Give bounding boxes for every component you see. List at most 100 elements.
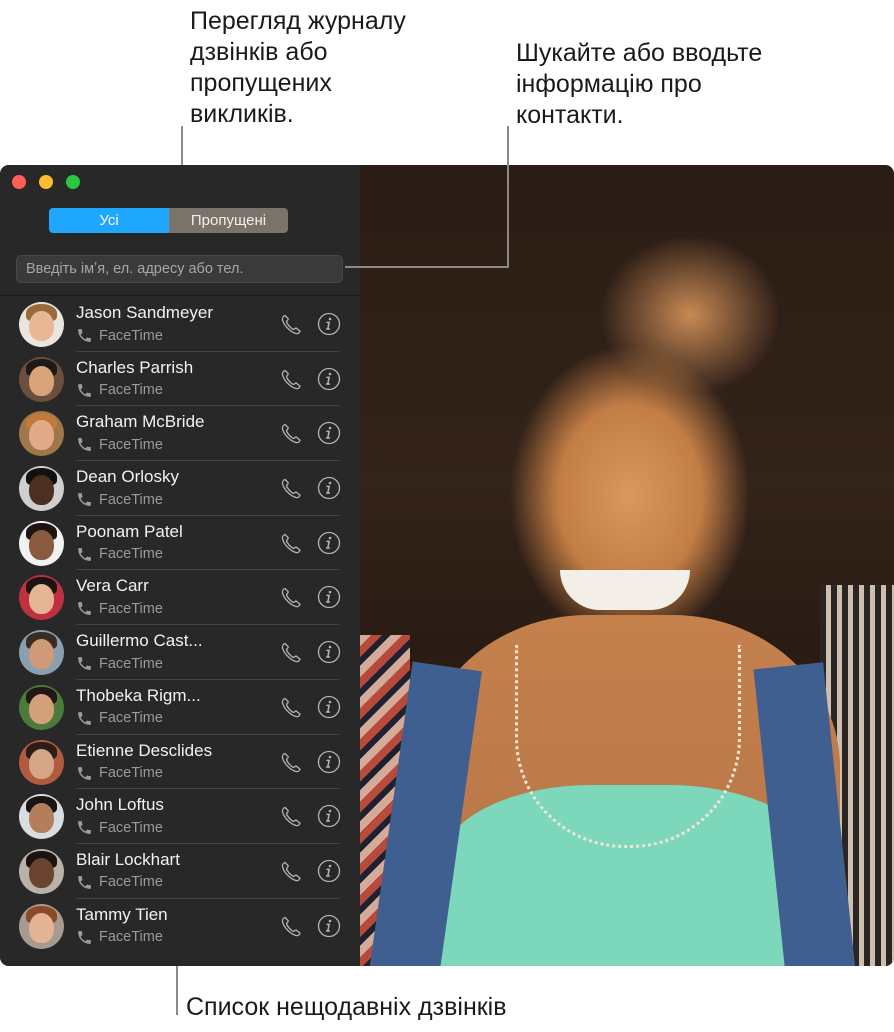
call-type: FaceTime [76,491,163,508]
avatar-face [29,475,54,506]
info-button[interactable] [317,312,341,336]
recent-calls-list: Jason Sandmeyer FaceTime Charles Parrish… [0,297,360,953]
call-type-label: FaceTime [99,929,163,946]
call-type: FaceTime [76,327,163,344]
call-type-label: FaceTime [99,491,163,508]
zoom-button[interactable] [66,175,80,189]
call-list-row[interactable]: Guillermo Cast... FaceTime [0,625,360,680]
phone-icon [78,766,91,780]
phone-call-button[interactable] [278,804,304,830]
call-list-row[interactable]: Thobeka Rigm... FaceTime [0,680,360,735]
phone-call-button[interactable] [278,367,304,393]
callout-line-3: пропущених [190,69,332,97]
info-button[interactable] [317,804,341,828]
phone-call-button[interactable] [278,531,304,557]
phone-icon [78,930,91,944]
phone-call-button[interactable] [278,695,304,721]
contact-name: Graham McBride [76,412,205,432]
info-button[interactable] [317,421,341,445]
phone-call-button[interactable] [278,640,304,666]
info-button[interactable] [317,531,341,555]
avatar [19,903,64,949]
avatar-face [29,912,54,943]
call-type: FaceTime [76,655,163,672]
phone-icon [78,383,91,397]
call-list-row[interactable]: Vera Carr FaceTime [0,570,360,626]
call-list-row[interactable]: Jason Sandmeyer FaceTime [0,297,360,352]
call-type: FaceTime [76,600,163,617]
avatar-face [29,857,54,888]
info-button[interactable] [317,859,341,883]
contact-name: John Loftus [76,795,164,815]
call-list-row[interactable]: Poonam Patel FaceTime [0,516,360,571]
contact-name: Vera Carr [76,576,149,596]
avatar-face [29,311,54,341]
call-type: FaceTime [76,436,163,453]
callout-list-text: Список нещодавніх дзвінків [186,993,507,1021]
avatar [19,739,64,785]
callout-search-text: Шукайте або вводьте інформацію про конта… [516,38,762,131]
minimize-button[interactable] [39,175,53,189]
call-list-row[interactable]: Etienne Desclides FaceTime [0,735,360,790]
info-button[interactable] [317,695,341,719]
close-button[interactable] [12,175,26,189]
info-button[interactable] [317,585,341,609]
avatar-face [29,639,54,670]
info-button[interactable] [317,476,341,500]
call-type-label: FaceTime [99,765,163,781]
phone-call-button[interactable] [278,476,304,502]
info-button[interactable] [317,914,341,938]
info-button[interactable] [317,640,341,664]
avatar-face [29,803,54,834]
call-list-row[interactable]: Charles Parrish FaceTime [0,352,360,407]
avatar-face [29,420,54,451]
avatar [19,848,64,894]
phone-icon [78,711,91,725]
info-button[interactable] [317,367,341,391]
contact-name: Tammy Tien [76,904,168,924]
phone-icon [78,329,91,342]
call-type-label: FaceTime [99,436,163,453]
call-list-row[interactable]: Dean Orlosky FaceTime [0,461,360,516]
call-type-label: FaceTime [99,655,163,672]
call-type-label: FaceTime [99,710,163,727]
phone-call-button[interactable] [278,312,304,338]
phone-icon [78,493,91,506]
phone-icon [78,821,91,835]
tab-missed[interactable]: Пропущені [169,208,288,233]
avatar-face [29,529,54,560]
search-input[interactable] [26,261,342,277]
avatar [19,630,64,676]
avatar [19,466,64,512]
call-list-row[interactable]: Tammy Tien FaceTime [0,899,360,954]
call-type-label: FaceTime [99,600,163,617]
call-type: FaceTime [76,819,163,836]
avatar [19,302,64,347]
avatar [19,356,64,402]
tab-all[interactable]: Усі [49,208,169,233]
call-type-label: FaceTime [99,546,163,563]
contact-name: Guillermo Cast... [76,631,203,651]
call-type-label: FaceTime [99,819,163,836]
call-list-row[interactable]: Graham McBride FaceTime [0,406,360,462]
info-button[interactable] [317,750,341,774]
contact-name: Etienne Desclides [76,740,213,760]
phone-call-button[interactable] [278,750,304,776]
phone-icon [78,602,91,616]
phone-icon [78,438,91,452]
facetime-window: Усі Пропущені Jason Sandmeyer FaceTime [0,165,894,966]
search-field[interactable] [16,255,343,283]
video-person-smile [560,570,690,610]
phone-call-button[interactable] [278,914,304,940]
contact-name: Jason Sandmeyer [76,303,214,322]
phone-call-button[interactable] [278,859,304,885]
phone-call-button[interactable] [278,421,304,447]
callout-line-2: інформацію про [516,70,702,98]
call-type-label: FaceTime [99,874,163,891]
avatar [19,520,64,566]
video-preview [360,165,894,966]
call-list-row[interactable]: John Loftus FaceTime [0,789,360,844]
divider [0,295,360,296]
phone-call-button[interactable] [278,585,304,611]
call-list-row[interactable]: Blair Lockhart FaceTime [0,844,360,899]
